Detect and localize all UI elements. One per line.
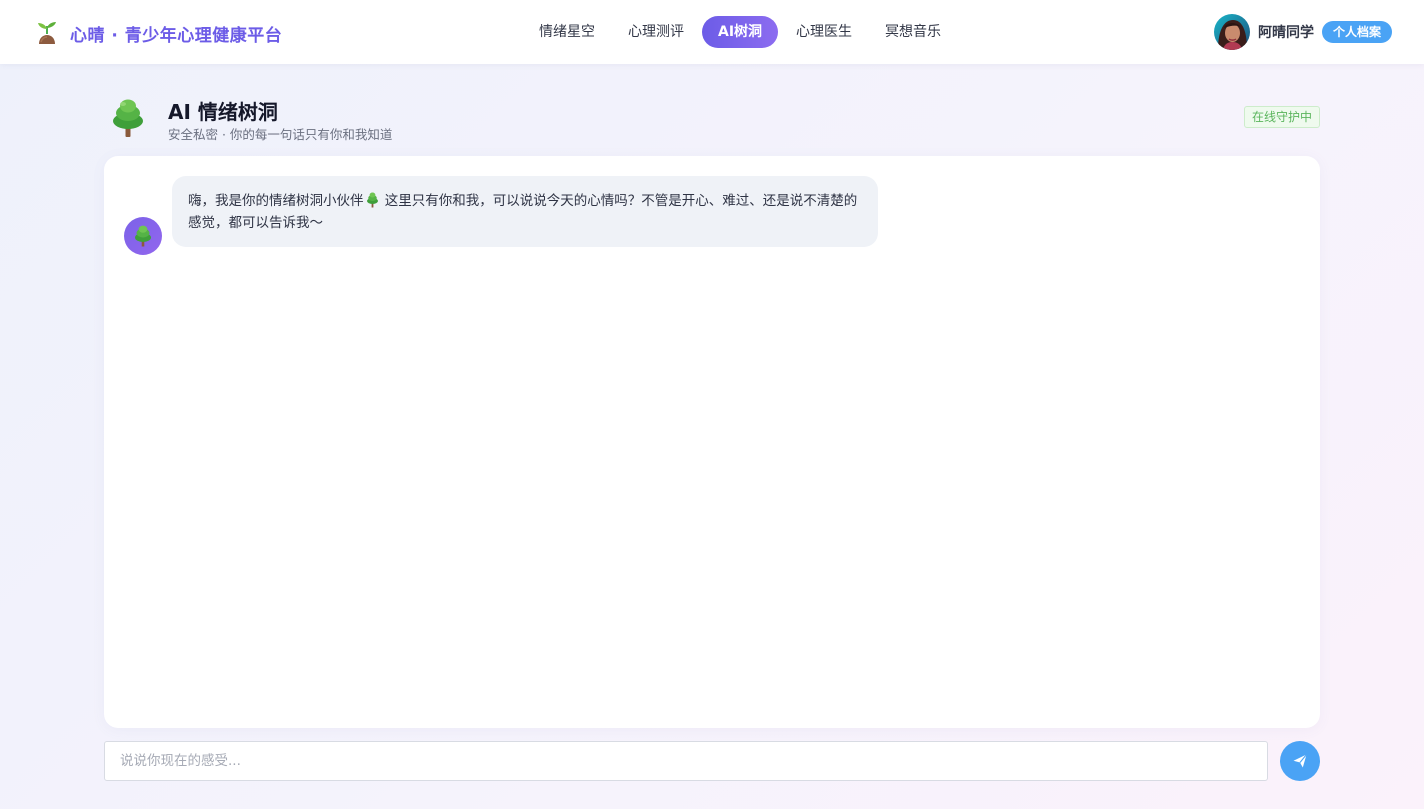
message-input[interactable] <box>104 741 1268 781</box>
page-title: AI 情绪树洞 <box>168 100 278 124</box>
nav-item-counselor[interactable]: 心理医生 <box>781 16 867 48</box>
user-avatar[interactable] <box>1213 14 1250 50</box>
brand-title: 心晴 · 青少年心理健康平台 <box>70 25 283 46</box>
brand-logo-link[interactable]: 心晴 · 青少年心理健康平台 <box>34 20 282 46</box>
bot-avatar <box>124 217 162 255</box>
send-button[interactable] <box>1280 741 1320 781</box>
main-nav: 情绪星空 心理测评 AI树洞 心理医生 冥想音乐 <box>524 16 959 48</box>
nav-item-ai-treehole[interactable]: AI树洞 <box>702 16 779 48</box>
tree-icon <box>135 225 151 247</box>
avatar-image <box>1213 14 1250 50</box>
status-badge: 在线守护中 <box>1243 106 1320 128</box>
top-navbar: 心晴 · 青少年心理健康平台 情绪星空 心理测评 AI树洞 心理医生 冥想音乐 <box>0 0 1424 64</box>
chat-panel[interactable]: 嗨，我是你的情绪树洞小伙伴 这里只有你和我，可以说说今天的心情吗？不管是开心、难… <box>104 156 1320 728</box>
page-subtitle: 安全私密 · 你的每一句话只有你和我知道 <box>168 127 393 142</box>
chat-bubble: 嗨，我是你的情绪树洞小伙伴 这里只有你和我，可以说说今天的心情吗？不管是开心、难… <box>172 176 878 247</box>
profile-button[interactable]: 个人档案 <box>1321 21 1392 43</box>
tree-icon <box>113 99 143 137</box>
user-name: 阿晴同学 <box>1257 25 1314 41</box>
tree-icon <box>366 192 378 208</box>
page-header: AI 情绪树洞 安全私密 · 你的每一句话只有你和我知道 在线守护中 <box>110 96 1320 142</box>
send-icon <box>1293 754 1307 768</box>
nav-item-emotion-sky[interactable]: 情绪星空 <box>524 16 610 48</box>
message-text: 嗨，我是你的情绪树洞小伙伴 <box>188 193 364 209</box>
seedling-icon <box>38 22 56 44</box>
nav-item-meditation-music[interactable]: 冥想音乐 <box>870 16 956 48</box>
user-menu: 阿晴同学 个人档案 <box>1213 14 1392 50</box>
nav-item-assessment[interactable]: 心理测评 <box>613 16 699 48</box>
